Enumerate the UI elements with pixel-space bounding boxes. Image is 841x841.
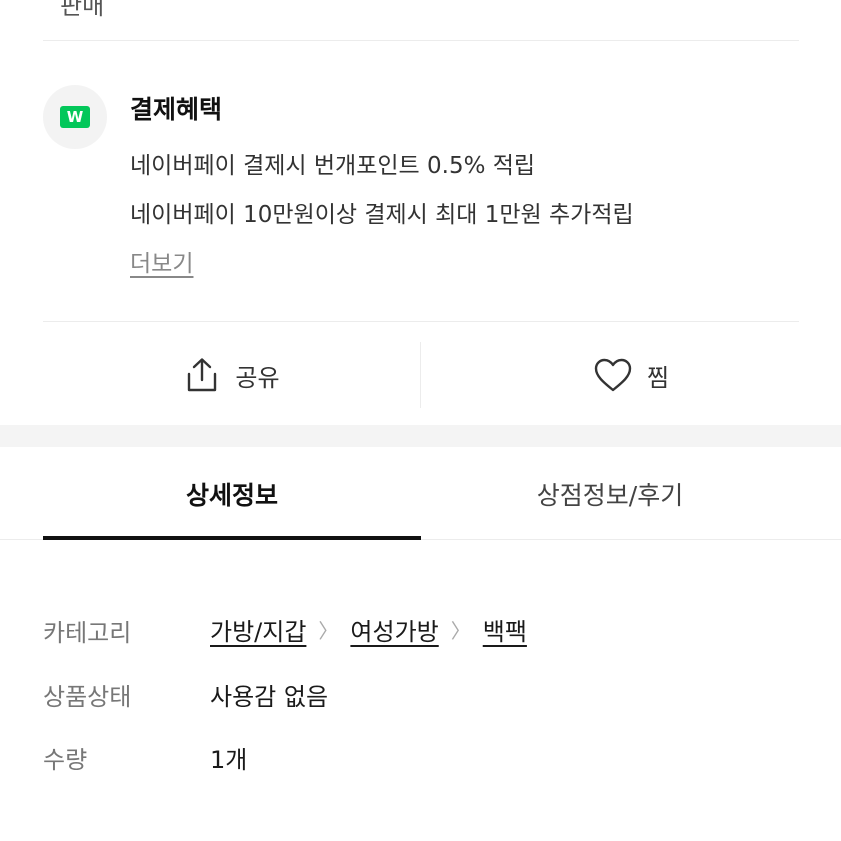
benefit-line-1: 네이버페이 결제시 번개포인트 0.5% 적립: [130, 153, 536, 179]
divider: [43, 321, 799, 322]
condition-value: 사용감 없음: [210, 683, 329, 711]
share-icon: [183, 356, 221, 394]
benefit-more-link[interactable]: 더보기: [130, 244, 193, 278]
like-button[interactable]: 찜: [421, 340, 841, 410]
benefit-line-2: 네이버페이 10만원이상 결제시 최대 1만원 추가적립: [130, 202, 634, 228]
like-label: 찜: [646, 363, 670, 392]
heart-icon: [593, 357, 633, 393]
tab-shop-info-reviews[interactable]: 상점정보/후기: [421, 448, 799, 540]
share-button[interactable]: 공유: [43, 340, 420, 410]
category-link-womens-bags[interactable]: 여성가방: [350, 612, 438, 647]
category-link-backpack[interactable]: 백팩: [483, 612, 527, 647]
active-tab-indicator: [43, 536, 421, 540]
share-label: 공유: [235, 363, 280, 392]
category-label: 카테고리: [43, 619, 132, 647]
chevron-right-icon: 〉: [450, 619, 471, 643]
quantity-label: 수량: [43, 746, 88, 774]
condition-label: 상품상태: [43, 683, 132, 711]
divider: [43, 40, 799, 41]
naverpay-logo: W: [43, 85, 107, 149]
chevron-right-icon: 〉: [318, 619, 339, 643]
category-breadcrumb: 가방/지갑 〉 여성가방 〉 백팩: [210, 612, 527, 647]
category-link-bags-wallets[interactable]: 가방/지갑: [210, 612, 306, 647]
tab-detail-info[interactable]: 상세정보: [43, 448, 421, 540]
naverpay-w-icon: W: [60, 106, 90, 128]
benefit-title: 결제혜택: [130, 95, 223, 124]
top-cutoff-text: 판매: [60, 0, 105, 20]
quantity-value: 1개: [210, 746, 248, 774]
section-separator: [0, 425, 841, 447]
